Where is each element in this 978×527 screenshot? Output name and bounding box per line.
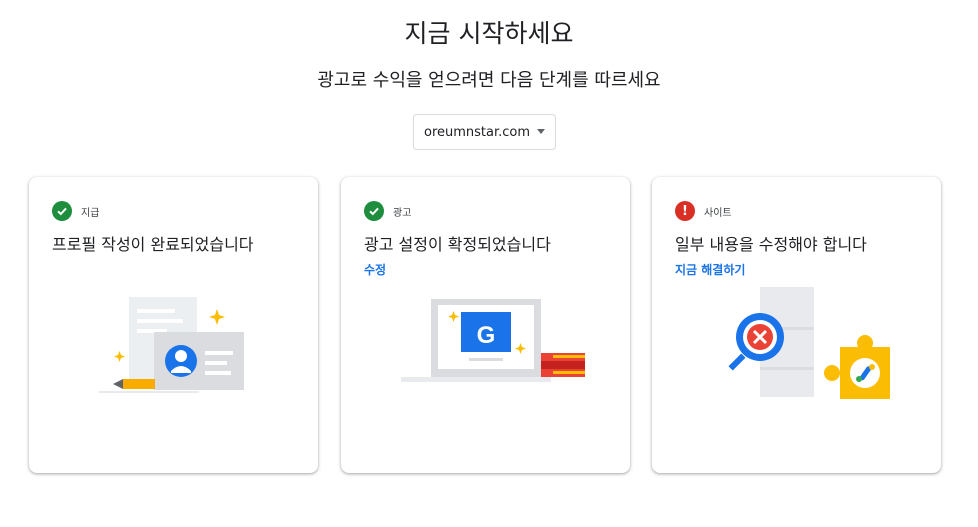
error-alert-icon: ! xyxy=(675,201,695,221)
check-circle-icon xyxy=(364,201,384,221)
get-started-page: 지금 시작하세요 광고로 수익을 얻으려면 다음 단계를 따르세요 oreumn… xyxy=(0,0,978,527)
card-heading: 프로필 작성이 완료되었습니다 xyxy=(52,235,254,254)
card-tag: 지급 xyxy=(52,201,99,221)
card-tag-label: 지급 xyxy=(81,207,100,219)
site-dropdown[interactable]: oreumnstar.com xyxy=(413,114,556,150)
caret-down-icon xyxy=(537,129,545,134)
profile-document-illustration xyxy=(99,297,244,393)
card-tag: 광고 xyxy=(364,201,411,221)
fix-now-link[interactable]: 지금 해결하기 xyxy=(675,261,745,278)
site-dropdown-value: oreumnstar.com xyxy=(424,124,531,140)
svg-text:G: G xyxy=(477,322,496,349)
card-heading: 일부 내용을 수정해야 합니다 xyxy=(675,235,867,254)
card-heading: 광고 설정이 확정되었습니다 xyxy=(364,235,551,254)
check-circle-icon xyxy=(52,201,72,221)
sites-card: ! 사이트 일부 내용을 수정해야 합니다 지금 해결하기 xyxy=(652,177,941,473)
payments-card: 지급 프로필 작성이 완료되었습니다 xyxy=(29,177,318,473)
page-subtitle: 광고로 수익을 얻으려면 다음 단계를 따르세요 xyxy=(317,70,661,91)
card-tag-label: 광고 xyxy=(393,207,412,219)
page-title: 지금 시작하세요 xyxy=(404,19,574,48)
card-tag: ! 사이트 xyxy=(675,201,732,221)
site-issue-illustration xyxy=(728,287,890,399)
ad-settings-illustration: G xyxy=(401,299,585,382)
edit-link[interactable]: 수정 xyxy=(364,261,386,278)
ads-card: 광고 광고 설정이 확정되었습니다 수정 G xyxy=(341,177,630,473)
card-tag-label: 사이트 xyxy=(704,207,732,219)
